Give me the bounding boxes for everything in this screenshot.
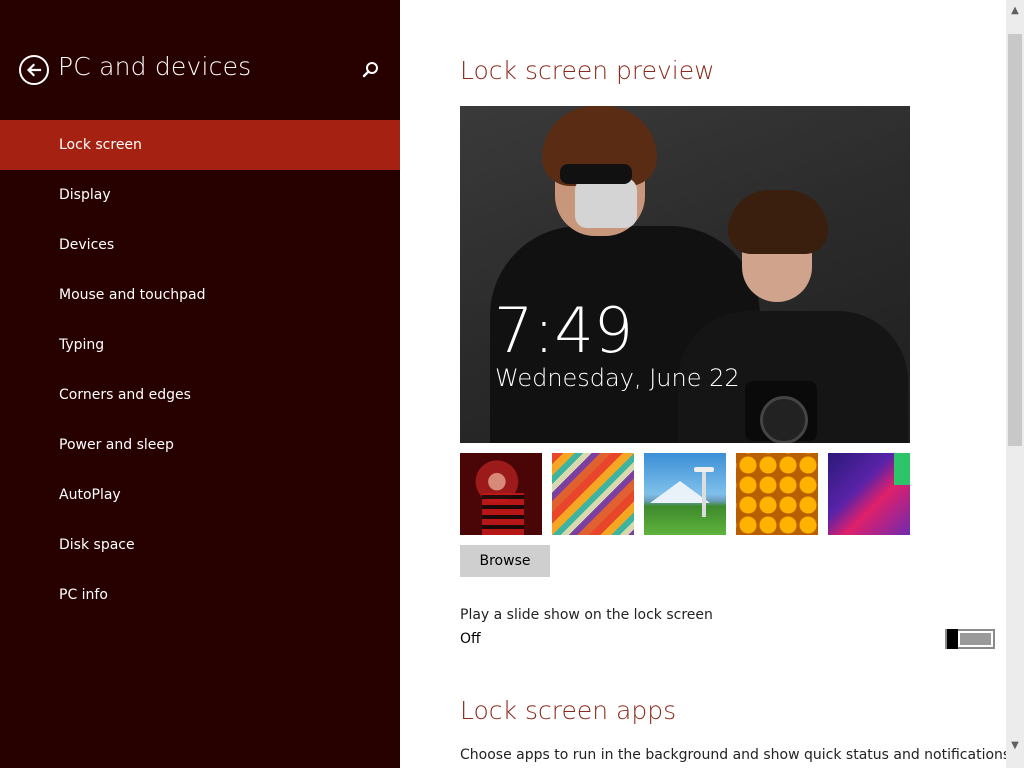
- sidebar-item-corners-edges[interactable]: Corners and edges: [0, 370, 400, 420]
- back-button[interactable]: [19, 55, 49, 85]
- thumbnail-honeycomb[interactable]: [736, 453, 818, 535]
- lock-screen-preview-title: Lock screen preview: [460, 56, 715, 85]
- photo-person-1-mask: [575, 178, 637, 228]
- main-content: Lock screen preview 7:49 Wednesday, June…: [400, 0, 1015, 768]
- preview-clock: 7:49: [494, 294, 634, 367]
- slideshow-toggle-state: Off: [460, 631, 481, 647]
- thumbnail-geometric-purple[interactable]: [828, 453, 910, 535]
- sidebar-item-autoplay[interactable]: AutoPlay: [0, 470, 400, 520]
- scroll-down-icon[interactable]: ▼: [1006, 737, 1024, 755]
- sidebar-item-typing[interactable]: Typing: [0, 320, 400, 370]
- toggle-track: [960, 633, 991, 645]
- sidebar-item-power-sleep[interactable]: Power and sleep: [0, 420, 400, 470]
- scroll-up-icon[interactable]: ▲: [1006, 2, 1024, 20]
- search-icon: [362, 62, 378, 78]
- sidebar-item-lock-screen[interactable]: Lock screen: [0, 120, 400, 170]
- slideshow-toggle[interactable]: [945, 629, 995, 649]
- thumbnail-colorful-stripes[interactable]: [552, 453, 634, 535]
- back-arrow-icon: [26, 63, 42, 77]
- background-thumbnails: [460, 453, 910, 535]
- thumbnail-mountain: [650, 481, 710, 503]
- slideshow-label: Play a slide show on the lock screen: [460, 607, 713, 623]
- settings-nav: Lock screen Display Devices Mouse and to…: [0, 120, 400, 620]
- toggle-knob: [947, 629, 958, 649]
- sidebar-item-mouse-touchpad[interactable]: Mouse and touchpad: [0, 270, 400, 320]
- lock-screen-preview-image: 7:49 Wednesday, June 22: [460, 106, 910, 443]
- sidebar-item-disk-space[interactable]: Disk space: [0, 520, 400, 570]
- search-button[interactable]: [361, 60, 381, 80]
- scrollbar-thumb[interactable]: [1008, 34, 1022, 446]
- sidebar: PC and devices Lock screen Display Devic…: [0, 0, 400, 768]
- sidebar-item-pc-info[interactable]: PC info: [0, 570, 400, 620]
- thumbnail-seattle-needle[interactable]: [644, 453, 726, 535]
- browse-button[interactable]: Browse: [460, 545, 550, 577]
- page-title: PC and devices: [58, 52, 252, 81]
- photo-camera-lens: [760, 396, 808, 443]
- preview-date: Wednesday, June 22: [495, 364, 740, 392]
- vertical-scrollbar[interactable]: ▲ ▼: [1006, 0, 1024, 768]
- thumbnail-person-red[interactable]: [460, 453, 542, 535]
- thumbnail-green-shape: [894, 453, 910, 485]
- photo-person-2-hair: [728, 190, 828, 254]
- thumbnail-plaid-shirt: [482, 493, 524, 535]
- sidebar-item-devices[interactable]: Devices: [0, 220, 400, 270]
- lock-screen-apps-title: Lock screen apps: [460, 696, 677, 725]
- sidebar-item-display[interactable]: Display: [0, 170, 400, 220]
- lock-screen-apps-description: Choose apps to run in the background and…: [460, 747, 1015, 763]
- thumbnail-space-needle: [694, 467, 714, 517]
- photo-person-1-glasses: [560, 164, 632, 184]
